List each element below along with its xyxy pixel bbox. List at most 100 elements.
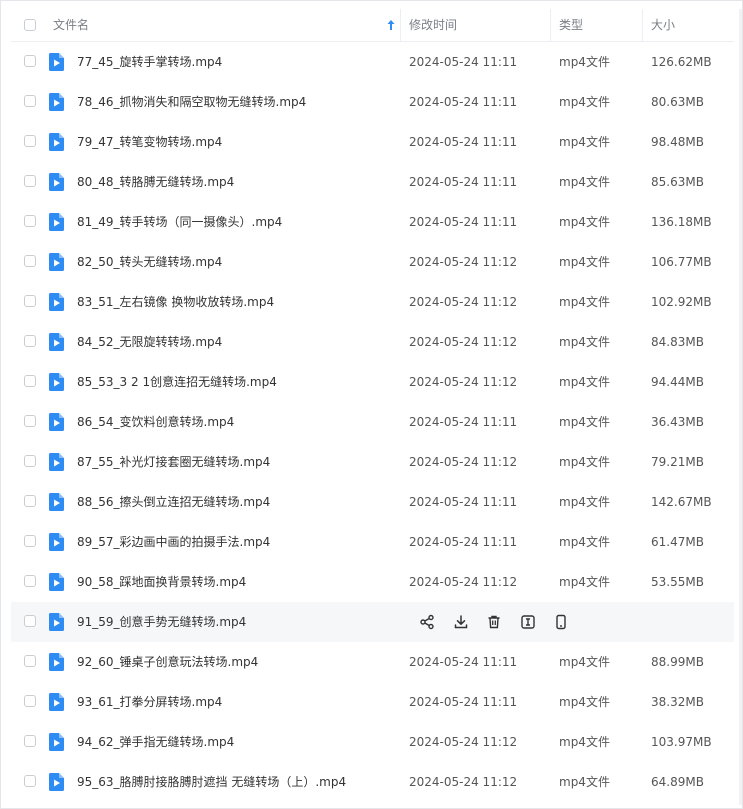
file-row[interactable]: 81_49_转手转场（同一摄像头）.mp4 2024-05-24 11:11 mp4… bbox=[11, 202, 734, 242]
row-checkbox[interactable] bbox=[24, 415, 36, 427]
rename-icon[interactable] bbox=[520, 614, 536, 630]
video-file-icon bbox=[49, 53, 64, 71]
file-type: mp4文件 bbox=[559, 135, 610, 149]
row-checkbox[interactable] bbox=[24, 335, 36, 347]
select-all-checkbox[interactable] bbox=[24, 19, 36, 31]
file-name[interactable]: 86_54_变饮料创意转场.mp4 bbox=[77, 402, 234, 442]
file-rows: 77_45_旋转手掌转场.mp4 2024-05-24 11:11 mp4文件 126… bbox=[11, 42, 734, 802]
file-name[interactable]: 81_49_转手转场（同一摄像头）.mp4 bbox=[77, 202, 282, 242]
row-checkbox[interactable] bbox=[24, 175, 36, 187]
file-row[interactable]: 93_61_打拳分屏转场.mp4 2024-05-24 11:11 mp4文件 38.… bbox=[11, 682, 734, 722]
video-file-icon bbox=[49, 733, 64, 751]
row-checkbox[interactable] bbox=[24, 615, 36, 627]
column-divider[interactable] bbox=[550, 9, 551, 41]
file-row[interactable]: 86_54_变饮料创意转场.mp4 2024-05-24 11:11 mp4文件 36… bbox=[11, 402, 734, 442]
file-name[interactable]: 87_55_补光灯接套圈无缝转场.mp4 bbox=[77, 442, 270, 482]
file-row[interactable]: 95_63_胳膊肘接胳膊肘遮挡 无缝转场（上）.mp4 2024-05-24 11… bbox=[11, 762, 734, 802]
file-type: mp4文件 bbox=[559, 55, 610, 69]
modified-time: 2024-05-24 11:12 bbox=[409, 455, 518, 469]
video-file-icon bbox=[49, 173, 64, 191]
row-checkbox[interactable] bbox=[24, 775, 36, 787]
file-name[interactable]: 93_61_打拳分屏转场.mp4 bbox=[77, 682, 222, 722]
column-header-name[interactable]: 文件名 bbox=[53, 9, 89, 41]
video-file-icon bbox=[49, 493, 64, 511]
column-divider[interactable] bbox=[642, 9, 643, 41]
delete-icon[interactable] bbox=[486, 614, 502, 630]
modified-time: 2024-05-24 11:11 bbox=[409, 415, 518, 429]
file-name[interactable]: 77_45_旋转手掌转场.mp4 bbox=[77, 42, 222, 82]
file-size: 79.21MB bbox=[651, 455, 704, 469]
file-type: mp4文件 bbox=[559, 695, 610, 709]
column-header-time[interactable]: 修改时间 bbox=[409, 9, 457, 41]
file-row[interactable]: 78_46_抓物消失和隔空取物无缝转场.mp4 2024-05-24 11:11 m… bbox=[11, 82, 734, 122]
row-checkbox[interactable] bbox=[24, 215, 36, 227]
file-name[interactable]: 82_50_转头无缝转场.mp4 bbox=[77, 242, 222, 282]
row-checkbox[interactable] bbox=[24, 575, 36, 587]
video-file-icon bbox=[49, 213, 64, 231]
row-checkbox[interactable] bbox=[24, 655, 36, 667]
file-size: 36.43MB bbox=[651, 415, 704, 429]
row-checkbox[interactable] bbox=[24, 455, 36, 467]
file-size: 98.48MB bbox=[651, 135, 704, 149]
file-name[interactable]: 89_57_彩边画中画的拍摄手法.mp4 bbox=[77, 522, 270, 562]
file-type: mp4文件 bbox=[559, 735, 610, 749]
file-size: 64.89MB bbox=[651, 775, 704, 789]
file-row[interactable]: 89_57_彩边画中画的拍摄手法.mp4 2024-05-24 11:11 mp4文… bbox=[11, 522, 734, 562]
file-name[interactable]: 80_48_转胳膊无缝转场.mp4 bbox=[77, 162, 234, 202]
file-row[interactable]: 87_55_补光灯接套圈无缝转场.mp4 2024-05-24 11:12 mp4文… bbox=[11, 442, 734, 482]
file-row[interactable]: 92_60_锤桌子创意玩法转场.mp4 2024-05-24 11:11 mp4文件… bbox=[11, 642, 734, 682]
file-name[interactable]: 85_53_3 2 1创意连招无缝转场.mp4 bbox=[77, 362, 277, 402]
file-row[interactable]: 88_56_擦头倒立连招无缝转场.mp4 2024-05-24 11:11 mp4文… bbox=[11, 482, 734, 522]
column-header-type[interactable]: 类型 bbox=[559, 9, 583, 41]
file-name[interactable]: 78_46_抓物消失和隔空取物无缝转场.mp4 bbox=[77, 82, 306, 122]
scrollbar[interactable] bbox=[739, 9, 742, 805]
mobile-icon[interactable] bbox=[553, 614, 569, 630]
video-file-icon bbox=[49, 573, 64, 591]
file-name[interactable]: 88_56_擦头倒立连招无缝转场.mp4 bbox=[77, 482, 270, 522]
file-name[interactable]: 94_62_弹手指无缝转场.mp4 bbox=[77, 722, 234, 762]
modified-time: 2024-05-24 11:11 bbox=[409, 655, 518, 669]
file-row[interactable]: 90_58_踩地面换背景转场.mp4 2024-05-24 11:12 mp4文件 5… bbox=[11, 562, 734, 602]
row-checkbox[interactable] bbox=[24, 95, 36, 107]
file-row[interactable]: 84_52_无限旋转转场.mp4 2024-05-24 11:12 mp4文件 84.… bbox=[11, 322, 734, 362]
row-checkbox[interactable] bbox=[24, 55, 36, 67]
file-row[interactable]: 83_51_左右镜像 换物收放转场.mp4 2024-05-24 11:12 mp4… bbox=[11, 282, 734, 322]
modified-time: 2024-05-24 11:12 bbox=[409, 255, 518, 269]
file-row[interactable]: 77_45_旋转手掌转场.mp4 2024-05-24 11:11 mp4文件 126… bbox=[11, 42, 734, 82]
file-row[interactable]: 79_47_转笔变物转场.mp4 2024-05-24 11:11 mp4文件 98.… bbox=[11, 122, 734, 162]
row-checkbox[interactable] bbox=[24, 495, 36, 507]
share-icon[interactable] bbox=[419, 614, 435, 630]
row-checkbox[interactable] bbox=[24, 295, 36, 307]
file-type: mp4文件 bbox=[559, 775, 610, 789]
file-name[interactable]: 79_47_转笔变物转场.mp4 bbox=[77, 122, 222, 162]
download-icon[interactable] bbox=[453, 614, 469, 630]
file-list-panel: 文件名 修改时间 类型 大小 77_45_旋转手掌转场.mp4 2024-05-2… bbox=[0, 0, 743, 809]
row-checkbox[interactable] bbox=[24, 535, 36, 547]
row-checkbox[interactable] bbox=[24, 135, 36, 147]
sort-ascending-icon[interactable] bbox=[387, 19, 395, 31]
file-type: mp4文件 bbox=[559, 335, 610, 349]
file-name[interactable]: 84_52_无限旋转转场.mp4 bbox=[77, 322, 222, 362]
file-name[interactable]: 92_60_锤桌子创意玩法转场.mp4 bbox=[77, 642, 258, 682]
video-file-icon bbox=[49, 93, 64, 111]
file-name[interactable]: 83_51_左右镜像 换物收放转场.mp4 bbox=[77, 282, 274, 322]
file-row[interactable]: 80_48_转胳膊无缝转场.mp4 2024-05-24 11:11 mp4文件 85… bbox=[11, 162, 734, 202]
file-name[interactable]: 95_63_胳膊肘接胳膊肘遮挡 无缝转场（上）.mp4 bbox=[77, 762, 346, 802]
file-name[interactable]: 90_58_踩地面换背景转场.mp4 bbox=[77, 562, 246, 602]
video-file-icon bbox=[49, 613, 64, 631]
row-checkbox[interactable] bbox=[24, 375, 36, 387]
file-row[interactable]: 91_59_创意手势无缝转场.mp4 bbox=[11, 602, 734, 642]
video-file-icon bbox=[49, 773, 64, 791]
file-row[interactable]: 82_50_转头无缝转场.mp4 2024-05-24 11:12 mp4文件 106… bbox=[11, 242, 734, 282]
file-size: 106.77MB bbox=[651, 255, 712, 269]
column-header-size[interactable]: 大小 bbox=[651, 9, 675, 41]
file-type: mp4文件 bbox=[559, 295, 610, 309]
file-name[interactable]: 91_59_创意手势无缝转场.mp4 bbox=[77, 602, 246, 642]
video-file-icon bbox=[49, 453, 64, 471]
file-row[interactable]: 94_62_弹手指无缝转场.mp4 2024-05-24 11:12 mp4文件 10… bbox=[11, 722, 734, 762]
file-row[interactable]: 85_53_3 2 1创意连招无缝转场.mp4 2024-05-24 11:12 m… bbox=[11, 362, 734, 402]
row-checkbox[interactable] bbox=[24, 735, 36, 747]
row-checkbox[interactable] bbox=[24, 695, 36, 707]
column-divider[interactable] bbox=[400, 9, 401, 41]
row-checkbox[interactable] bbox=[24, 255, 36, 267]
